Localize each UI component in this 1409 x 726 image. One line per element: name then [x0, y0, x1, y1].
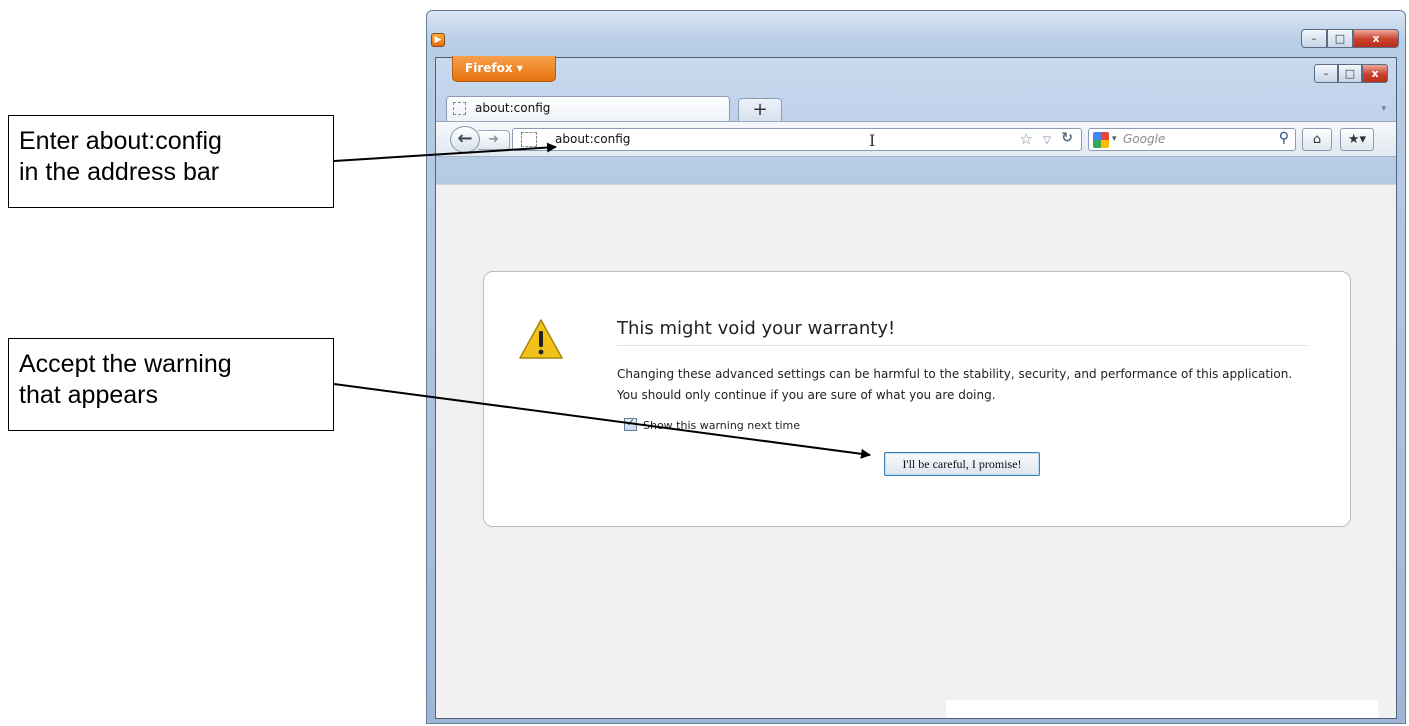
tab-about-config[interactable]: about:config [446, 96, 730, 121]
annotation-callout-warning: Accept the warning that appears [8, 338, 334, 431]
browser-chrome: Firefox ▾ – □ x about:config + ▾ ➜ ← abo… [436, 56, 1396, 184]
warning-title: This might void your warranty! [617, 318, 1308, 346]
tab-list-chevron-icon[interactable]: ▾ [1381, 104, 1386, 114]
minimize-button[interactable]: – [1314, 64, 1338, 83]
warning-triangle-icon [519, 319, 563, 359]
star-icon[interactable]: ☆ [1020, 129, 1033, 150]
maximize-button[interactable]: □ [1338, 64, 1362, 83]
close-button[interactable]: x [1362, 64, 1388, 83]
warning-description: Changing these advanced settings can be … [617, 367, 1293, 402]
text-cursor-icon: I [869, 131, 876, 150]
checkbox-label: Show this warning next time [643, 419, 801, 432]
show-warning-checkbox[interactable]: Show this warning next time [624, 415, 801, 434]
history-dropdown-icon[interactable]: ▽ [1043, 130, 1051, 151]
annotation-callout-address-bar: Enter about:config in the address bar [8, 115, 334, 208]
firefox-window: Firefox ▾ – □ x about:config + ▾ ➜ ← abo… [435, 56, 1397, 719]
google-engine-icon[interactable] [1093, 132, 1109, 148]
checkbox-checked-icon[interactable] [624, 415, 637, 431]
accept-risk-button[interactable]: I'll be careful, I promise! [884, 452, 1040, 476]
navigation-toolbar: ➜ ← about:config I ☆ ▽ ↻ ▾ Google ⚲ ⌂ ★▾ [436, 121, 1396, 157]
status-strip [946, 700, 1378, 718]
home-icon: ⌂ [1312, 132, 1322, 147]
outer-window: ▶ – □ x Firefox ▾ – □ x about:config + ▾… [426, 10, 1406, 724]
outer-titlebar: ▶ – □ x [427, 11, 1405, 48]
minimize-button[interactable]: – [1301, 29, 1327, 48]
home-button[interactable]: ⌂ [1302, 128, 1332, 151]
search-input[interactable]: Google [1123, 129, 1165, 150]
search-bar[interactable]: ▾ Google ⚲ [1088, 128, 1296, 151]
page-content: This might void your warranty! Changing … [436, 184, 1396, 718]
firefox-window-controls: – □ x [1314, 64, 1388, 83]
magnifier-icon[interactable]: ⚲ [1279, 128, 1289, 149]
site-identity-icon[interactable] [521, 132, 537, 147]
outer-window-controls: – □ x [1301, 29, 1399, 48]
firefox-menu-button[interactable]: Firefox ▾ [452, 56, 556, 82]
back-button[interactable]: ← [450, 126, 480, 153]
page-favicon-icon [453, 102, 466, 115]
reload-icon[interactable]: ↻ [1061, 128, 1073, 149]
callout-line: in the address bar [19, 158, 220, 186]
forward-button[interactable]: ➜ [478, 130, 510, 150]
back-arrow-icon: ← [457, 128, 473, 149]
callout-line: that appears [19, 381, 158, 409]
bookmarks-icon: ★▾ [1347, 132, 1367, 147]
app-icon: ▶ [431, 33, 445, 47]
bookmarks-button[interactable]: ★▾ [1340, 128, 1374, 151]
address-bar[interactable]: about:config I ☆ ▽ ↻ [512, 128, 1082, 151]
close-button[interactable]: x [1353, 29, 1399, 48]
forward-arrow-icon: ➜ [488, 132, 499, 147]
tab-title: about:config [475, 101, 551, 115]
address-input[interactable]: about:config [555, 129, 630, 150]
engine-dropdown-icon[interactable]: ▾ [1112, 129, 1117, 150]
callout-line: Accept the warning [19, 350, 232, 378]
new-tab-button[interactable]: + [738, 98, 782, 121]
maximize-button[interactable]: □ [1327, 29, 1353, 48]
warning-panel: This might void your warranty! Changing … [483, 271, 1351, 527]
callout-line: Enter about:config [19, 127, 222, 155]
